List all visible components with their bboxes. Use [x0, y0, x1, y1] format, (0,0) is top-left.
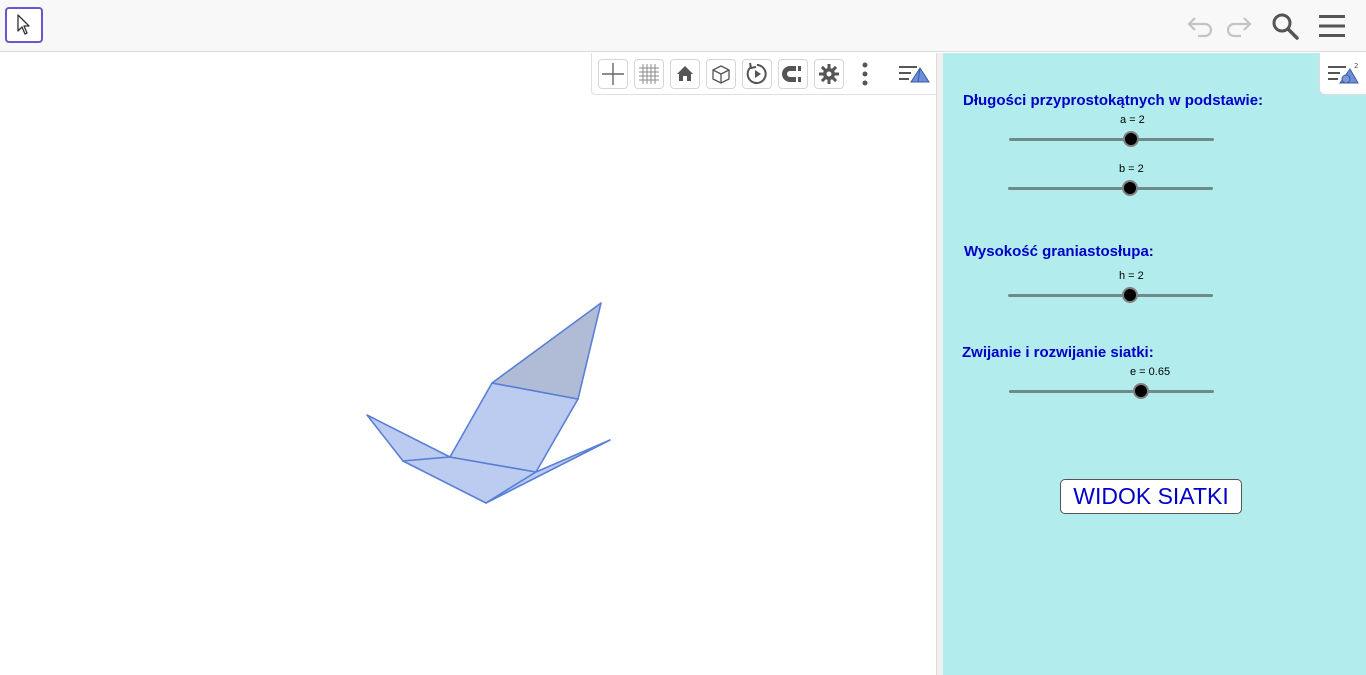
- grid-icon: [639, 64, 659, 84]
- axes-icon: [602, 63, 624, 85]
- grid-toggle-button[interactable]: [634, 59, 664, 89]
- hamburger-menu-icon: [1319, 15, 1345, 37]
- more-vertical-icon: [862, 62, 868, 86]
- prism-left-triangle-face: [366, 414, 451, 462]
- home-view-button[interactable]: [670, 59, 700, 89]
- prism-top-triangle-face: [491, 302, 602, 400]
- style-bar-toggle-button[interactable]: [896, 59, 932, 89]
- gear-icon: [819, 64, 839, 84]
- home-icon: [677, 66, 693, 81]
- slider-h-track[interactable]: [1008, 294, 1213, 297]
- slider-e-label: e = 0.65: [1130, 366, 1171, 378]
- svg-text:2: 2: [1354, 62, 1358, 70]
- graphics-3d-view[interactable]: [0, 53, 936, 675]
- undo-icon: [1187, 17, 1213, 38]
- heading-fold-net: Zwijanie i rozwijanie siatki:: [962, 344, 1154, 361]
- more-options-button[interactable]: [850, 59, 880, 89]
- rotate-view-button[interactable]: [742, 59, 772, 89]
- menu-button[interactable]: [1315, 10, 1349, 42]
- cursor-arrow-icon: [17, 14, 30, 35]
- graphics-style-toolbar: [591, 53, 936, 95]
- slider-a-knob[interactable]: [1123, 131, 1139, 147]
- redo-button[interactable]: [1221, 10, 1255, 42]
- slider-a-track[interactable]: [1009, 138, 1214, 141]
- point-capturing-button[interactable]: [778, 59, 808, 89]
- slider-h-label: h = 2: [1119, 270, 1144, 282]
- axes-toggle-button[interactable]: [598, 59, 628, 89]
- slider-e-knob[interactable]: [1133, 383, 1149, 399]
- prism-net-drawing: [366, 302, 611, 504]
- slider-a-label: a = 2: [1120, 114, 1145, 126]
- cube-icon: [712, 65, 730, 84]
- rotate-play-icon: [746, 62, 767, 84]
- style-bar-2d-icon: 2: [1328, 62, 1359, 83]
- graphics-2d-panel: 2 Długości przyprostokątnych w podstawie…: [943, 53, 1366, 675]
- prism-back-lateral-face: [449, 382, 579, 473]
- redo-icon: [1226, 17, 1252, 38]
- slider-b-knob[interactable]: [1122, 180, 1138, 196]
- slider-b-track[interactable]: [1008, 187, 1213, 190]
- slider-b-label: b = 2: [1119, 163, 1144, 175]
- slider-e-track[interactable]: [1009, 390, 1214, 393]
- heading-base-legs: Długości przyprostokątnych w podstawie:: [963, 92, 1264, 109]
- magnet-icon: [782, 66, 801, 82]
- top-toolbar: [0, 0, 1366, 52]
- move-tool-button[interactable]: [5, 7, 43, 43]
- style-bar-pyramid-icon: [899, 66, 930, 83]
- settings-button[interactable]: [814, 59, 844, 89]
- undo-button[interactable]: [1184, 10, 1218, 42]
- search-icon: [1272, 13, 1299, 40]
- panel-style-bar-toggle[interactable]: 2: [1319, 53, 1366, 95]
- search-button[interactable]: [1268, 10, 1302, 42]
- view-in-front-button[interactable]: [706, 59, 736, 89]
- heading-prism-height: Wysokość graniastosłupa:: [964, 243, 1154, 260]
- net-view-button[interactable]: WIDOK SIATKI: [1060, 479, 1242, 514]
- view-divider[interactable]: [936, 53, 943, 675]
- slider-h-knob[interactable]: [1122, 287, 1138, 303]
